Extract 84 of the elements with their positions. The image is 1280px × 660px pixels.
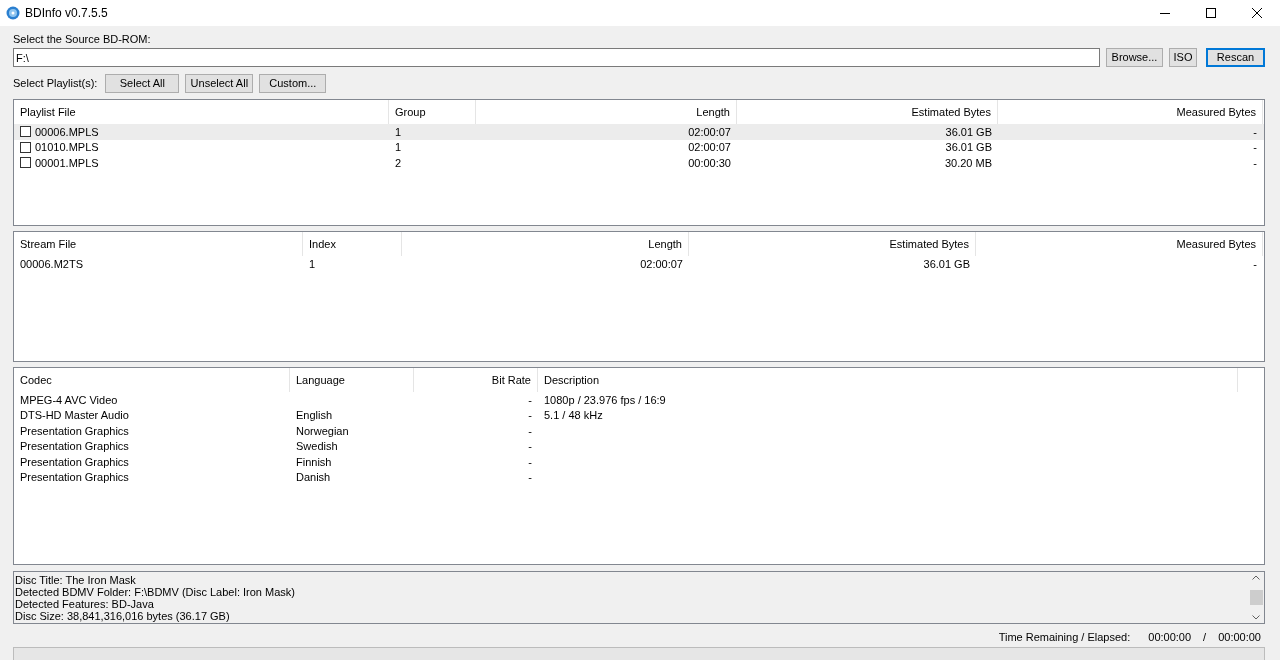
checkbox[interactable] bbox=[20, 157, 31, 169]
list-row[interactable]: Presentation Graphics Norwegian - bbox=[14, 423, 1264, 439]
button[interactable]: Select All bbox=[105, 74, 180, 93]
cell-text: 02:00:07 bbox=[640, 256, 683, 272]
list-row[interactable]: 01010.MPLS 1 02:00:07 36.01 GB - bbox=[14, 139, 1264, 155]
cell-text: - bbox=[528, 454, 532, 470]
list-row[interactable]: Presentation Graphics Danish - bbox=[14, 469, 1264, 485]
cell-text: 00006.MPLS bbox=[35, 124, 99, 140]
column-header[interactable]: Bit Rate bbox=[414, 368, 538, 392]
cell-text: MPEG-4 AVC Video bbox=[20, 392, 118, 408]
column-header[interactable]: Estimated Bytes bbox=[689, 232, 976, 256]
disc-icon bbox=[6, 6, 20, 20]
button[interactable]: Unselect All bbox=[185, 74, 254, 93]
close-icon[interactable] bbox=[1252, 8, 1262, 18]
cell-text: 1 bbox=[395, 140, 402, 155]
cell-text: Norwegian bbox=[296, 423, 349, 439]
cell-text: Presentation Graphics bbox=[20, 470, 129, 485]
info-line: Disc Size: 38,841,316,016 bytes (36.17 GB) bbox=[15, 610, 231, 622]
source-path-field[interactable]: F:\ bbox=[13, 48, 1100, 67]
button[interactable]: Browse... bbox=[1106, 48, 1163, 67]
cell-text: - bbox=[528, 408, 532, 423]
cell-text: 00001.MPLS bbox=[35, 155, 99, 171]
column-header[interactable]: Description bbox=[538, 368, 1238, 392]
column-header[interactable]: Index bbox=[303, 232, 402, 256]
column-header[interactable]: Length bbox=[402, 232, 689, 256]
list-row[interactable]: 00001.MPLS 2 00:00:30 30.20 MB - bbox=[14, 155, 1264, 171]
list-row[interactable]: DTS-HD Master Audio English - 5.1 / 48 kHz bbox=[14, 407, 1264, 423]
cell-text: 36.01 GB bbox=[945, 124, 992, 140]
checkbox[interactable] bbox=[20, 141, 31, 153]
cell-text: 1080p / 23.976 fps / 16:9 bbox=[544, 392, 666, 408]
list-row[interactable]: Presentation Graphics Swedish - bbox=[14, 438, 1264, 454]
source-label: Select the Source BD-ROM: bbox=[13, 33, 152, 46]
cell-text: Presentation Graphics bbox=[20, 439, 129, 454]
cell-text: - bbox=[528, 439, 532, 454]
checkbox[interactable] bbox=[20, 126, 31, 138]
column-header[interactable]: Codec bbox=[14, 368, 290, 392]
playlist-label: Select Playlist(s): bbox=[13, 76, 98, 92]
cell-text: - bbox=[528, 423, 532, 439]
cell-text: Finnish bbox=[296, 454, 332, 470]
cell-text: - bbox=[1253, 256, 1257, 272]
time-elapsed: 00:00:00 bbox=[1218, 629, 1261, 645]
cell-text: - bbox=[528, 392, 532, 408]
time-separator: / bbox=[1203, 629, 1207, 645]
cell-text: 00006.M2TS bbox=[20, 256, 83, 272]
info-line: Disc Title: The Iron Mask bbox=[15, 574, 137, 586]
list-row[interactable]: MPEG-4 AVC Video - 1080p / 23.976 fps / 16:9 bbox=[14, 392, 1264, 408]
cell-text: 00:00:30 bbox=[688, 155, 731, 171]
cell-text: Presentation Graphics bbox=[20, 423, 129, 439]
list-row[interactable]: Presentation Graphics Finnish - bbox=[14, 454, 1264, 470]
cell-text: Danish bbox=[296, 470, 331, 485]
cell-text: - bbox=[528, 470, 532, 485]
cell-text: 02:00:07 bbox=[688, 140, 731, 155]
cell-text: 02:00:07 bbox=[688, 124, 731, 140]
list-row[interactable]: 00006.MPLS 1 02:00:07 36.01 GB - bbox=[14, 124, 1264, 140]
cell-text: 2 bbox=[395, 155, 402, 171]
cell-text: 30.20 MB bbox=[944, 155, 992, 171]
cell-text: Presentation Graphics bbox=[20, 454, 129, 470]
cell-text: 36.01 GB bbox=[945, 140, 992, 155]
cell-text: 1 bbox=[395, 124, 402, 140]
time-remaining: 00:00:00 bbox=[1148, 629, 1192, 645]
cell-text: DTS-HD Master Audio bbox=[20, 408, 129, 423]
cell-text: - bbox=[1253, 124, 1257, 140]
cell-text: 1 bbox=[309, 256, 316, 272]
cell-text: - bbox=[1253, 155, 1257, 171]
cell-text: Swedish bbox=[296, 439, 338, 454]
cell-text: - bbox=[1253, 140, 1257, 155]
cell-text: English bbox=[296, 408, 333, 423]
cell-text: 36.01 GB bbox=[923, 256, 970, 272]
info-line: Detected Features: BD-Java bbox=[15, 598, 155, 610]
time-label: Time Remaining / Elapsed: bbox=[998, 629, 1131, 645]
window-title: BDInfo v0.7.5.5 bbox=[25, 5, 108, 22]
scroll-thumb[interactable] bbox=[1249, 590, 1263, 605]
button[interactable]: Custom... bbox=[259, 74, 327, 93]
cell-text: 5.1 / 48 kHz bbox=[544, 408, 603, 423]
info-line: Detected BDMV Folder: F:\BDMV (Disc Label: Iron Mask) bbox=[15, 586, 296, 598]
button[interactable]: Rescan bbox=[1206, 48, 1265, 67]
cell-text: 01010.MPLS bbox=[35, 140, 99, 155]
column-header[interactable]: Measured Bytes bbox=[976, 232, 1263, 256]
column-header[interactable]: Stream File bbox=[14, 232, 303, 256]
list-row[interactable]: 00006.M2TS 1 02:00:07 36.01 GB - bbox=[14, 256, 1264, 272]
column-header[interactable]: Language bbox=[290, 368, 414, 392]
scroll-down-icon[interactable] bbox=[1252, 615, 1260, 620]
button[interactable]: ISO bbox=[1169, 48, 1197, 67]
scroll-up-icon[interactable] bbox=[1252, 575, 1260, 580]
